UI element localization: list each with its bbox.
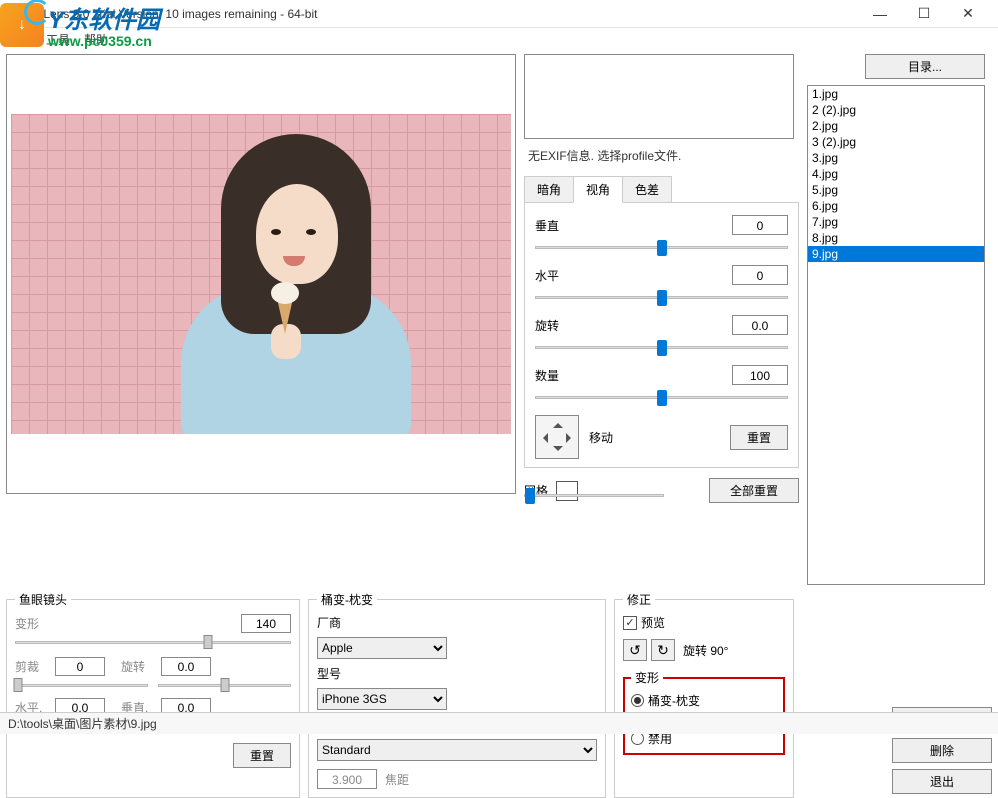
statusbar: D:\tools\桌面\图片素材\9.jpg	[0, 712, 998, 734]
rotate-cw-button[interactable]: ↻	[651, 639, 675, 661]
main-image[interactable]	[11, 114, 511, 434]
distortion-slider[interactable]	[15, 635, 291, 651]
horizontal-label: 水平	[535, 267, 571, 284]
crop-value[interactable]: 0	[55, 657, 105, 676]
model-select[interactable]: iPhone 3GS	[317, 688, 447, 710]
focal-value[interactable]: 3.900	[317, 769, 377, 789]
file-item[interactable]: 4.jpg	[808, 166, 984, 182]
fisheye-legend: 鱼眼镜头	[15, 591, 71, 608]
fisheye-reset-button[interactable]: 重置	[233, 743, 291, 768]
arrow-up-icon[interactable]	[553, 418, 563, 428]
rotation-label: 旋转	[535, 317, 571, 334]
image-preview-area	[6, 54, 516, 494]
file-list[interactable]: 1.jpg2 (2).jpg2.jpg3 (2).jpg3.jpg4.jpg5.…	[807, 85, 985, 585]
vertical-label: 垂直	[535, 217, 571, 234]
titlebar: 回 PTLens 9.0 Trial Version, 10 images re…	[0, 0, 998, 28]
amount-label: 数量	[535, 367, 571, 384]
maximize-button[interactable]: ☐	[902, 0, 946, 28]
correction-tabs: 暗角 视角 色差	[524, 176, 799, 203]
rotate-ccw-button[interactable]: ↺	[623, 639, 647, 661]
maker-label: 厂商	[317, 614, 597, 631]
exif-message: 无EXIF信息. 选择profile文件.	[524, 139, 799, 172]
exit-button[interactable]: 退出	[892, 769, 992, 794]
rotate-90-label: 旋转 90°	[683, 642, 728, 659]
file-item[interactable]: 8.jpg	[808, 230, 984, 246]
file-item[interactable]: 2 (2).jpg	[808, 102, 984, 118]
reset-button[interactable]: 重置	[730, 425, 788, 450]
tab-perspective[interactable]: 视角	[573, 176, 623, 203]
distortion-label: 变形	[15, 615, 49, 632]
file-item[interactable]: 7.jpg	[808, 214, 984, 230]
tab-chromatic[interactable]: 色差	[622, 176, 672, 202]
preview-checkbox[interactable]	[623, 616, 637, 630]
focal-label: 焦距	[385, 771, 409, 788]
menu-help[interactable]: 帮助	[84, 31, 108, 48]
tab-vignette[interactable]: 暗角	[524, 176, 574, 202]
arrow-right-icon[interactable]	[566, 433, 576, 443]
file-item[interactable]: 3 (2).jpg	[808, 134, 984, 150]
fisheye-rotate-value[interactable]: 0.0	[161, 657, 211, 676]
file-item[interactable]: 9.jpg	[808, 246, 984, 262]
fisheye-rotate-slider[interactable]	[158, 678, 291, 694]
model-label: 型号	[317, 665, 597, 682]
file-item[interactable]: 2.jpg	[808, 118, 984, 134]
vertical-slider[interactable]	[535, 239, 788, 257]
menu-tools[interactable]: 工具	[46, 31, 70, 48]
delete-button[interactable]: 删除	[892, 738, 992, 763]
reset-all-button[interactable]: 全部重置	[709, 478, 799, 503]
close-button[interactable]: ✕	[946, 0, 990, 28]
status-path: D:\tools\桌面\图片素材\9.jpg	[8, 717, 157, 731]
distortion-value[interactable]: 140	[241, 614, 291, 633]
barrel-legend: 桶变-枕变	[317, 591, 377, 608]
amount-value[interactable]: 100	[732, 365, 788, 385]
horizontal-value[interactable]: 0	[732, 265, 788, 285]
rotation-slider[interactable]	[535, 339, 788, 357]
amount-slider[interactable]	[535, 389, 788, 407]
distortion-legend: 变形	[631, 669, 663, 686]
thumbnail-preview	[524, 54, 794, 139]
window-title: PTLens 9.0 Trial Version, 10 images rema…	[28, 7, 858, 21]
file-item[interactable]: 3.jpg	[808, 150, 984, 166]
minimize-button[interactable]: —	[858, 0, 902, 28]
file-item[interactable]: 1.jpg	[808, 86, 984, 102]
move-label: 移动	[589, 429, 613, 446]
fisheye-fieldset: 鱼眼镜头 变形 140 剪裁 0 旋转 0.0 水平. 0.0 垂直. 0.0	[6, 591, 300, 798]
lens-select[interactable]: Standard	[317, 739, 597, 761]
barrel-fieldset: 桶变-枕变 厂商 Apple 型号 iPhone 3GS 镜头 Standard…	[308, 591, 606, 798]
arrow-left-icon[interactable]	[538, 433, 548, 443]
fisheye-rotate-label: 旋转	[121, 658, 155, 675]
maker-select[interactable]: Apple	[317, 637, 447, 659]
crop-label: 剪裁	[15, 658, 49, 675]
radio-barrel-label: 桶变-枕变	[648, 692, 700, 709]
grid-slider[interactable]	[524, 487, 664, 505]
correction-legend: 修正	[623, 591, 655, 608]
move-pad[interactable]	[535, 415, 579, 459]
file-item[interactable]: 6.jpg	[808, 198, 984, 214]
crop-slider[interactable]	[15, 678, 148, 694]
menubar: 文件 工具 帮助	[0, 28, 998, 50]
directory-button[interactable]: 目录...	[865, 54, 985, 79]
radio-barrel[interactable]	[631, 694, 644, 707]
rotation-value[interactable]: 0.0	[732, 315, 788, 335]
file-item[interactable]: 5.jpg	[808, 182, 984, 198]
correction-fieldset: 修正 预览 ↺ ↻ 旋转 90° 变形 桶变-枕变 鱼眼镜头 禁用	[614, 591, 794, 798]
menu-file[interactable]: 文件	[8, 31, 32, 48]
app-icon: 回	[8, 7, 22, 21]
preview-label: 预览	[641, 614, 665, 631]
vertical-value[interactable]: 0	[732, 215, 788, 235]
horizontal-slider[interactable]	[535, 289, 788, 307]
arrow-down-icon[interactable]	[553, 446, 563, 456]
